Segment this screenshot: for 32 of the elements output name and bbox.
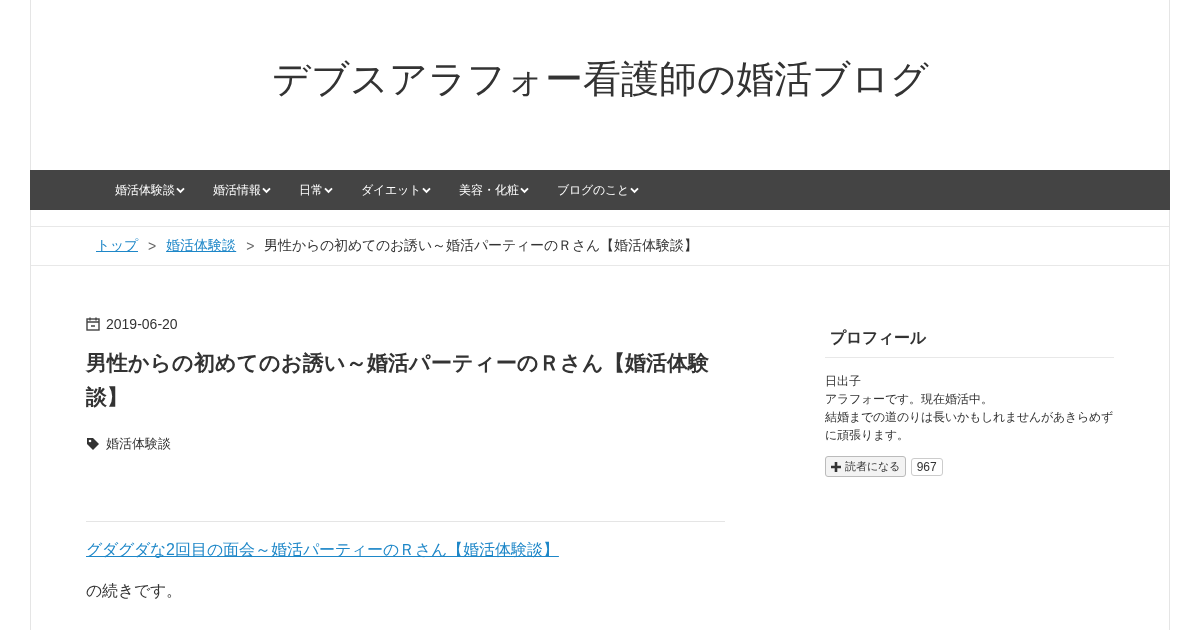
breadcrumb-link[interactable]: 婚活体験談 xyxy=(166,237,237,255)
nav-menu-item[interactable]: ダイエット xyxy=(361,181,445,199)
nav-menu-item[interactable]: 婚活体験談 xyxy=(115,181,199,199)
plus-icon xyxy=(830,461,841,472)
breadcrumb-link[interactable]: トップ xyxy=(96,237,138,255)
chevron-down-icon xyxy=(630,186,639,194)
nav-menu-item[interactable]: 婚活情報 xyxy=(213,181,285,199)
profile-text: アラフォーです。現在婚活中。 xyxy=(824,391,994,408)
chevron-down-icon xyxy=(262,186,271,194)
subscriber-count: 967 xyxy=(910,457,943,476)
body-text: の続きです。 xyxy=(86,581,183,602)
nav-menu-item[interactable]: 日常 xyxy=(299,181,347,199)
nav-menu-item[interactable]: ブログのこと xyxy=(557,181,653,199)
calendar-icon xyxy=(86,317,100,331)
category-link[interactable]: 婚活体験談 xyxy=(106,435,171,454)
profile-text: 結婚までの道のりは長いかもしれませんがあきらめずに頑張ります。 xyxy=(824,409,1114,444)
breadcrumb-separator: > xyxy=(148,238,157,254)
site-title[interactable]: デブスアラフォー看護師の婚活ブログ xyxy=(271,53,929,105)
chevron-down-icon xyxy=(520,186,529,194)
post-date: 2019-06-20 xyxy=(106,316,178,332)
article-link[interactable]: グダグダな2回目の面会～婚活パーティーのＲさん【婚活体験談】 xyxy=(86,541,559,559)
subscribe-button[interactable]: 読者になる xyxy=(824,456,906,477)
sidebar-heading: プロフィール xyxy=(824,328,1114,358)
chevron-down-icon xyxy=(176,186,185,194)
tag-icon xyxy=(86,437,100,452)
chevron-down-icon xyxy=(422,186,431,194)
article-title: 男性からの初めてのお誘い～婚活パーティーのＲさん【婚活体験談】 xyxy=(86,350,710,410)
profile-name: 日出子 xyxy=(824,373,862,390)
breadcrumb-separator: > xyxy=(246,238,255,254)
nav-menu-item[interactable]: 美容・化粧 xyxy=(459,181,543,199)
breadcrumb-current: 男性からの初めてのお誘い～婚活パーティーのＲさん【婚活体験談】 xyxy=(264,237,699,255)
chevron-down-icon xyxy=(324,186,333,194)
